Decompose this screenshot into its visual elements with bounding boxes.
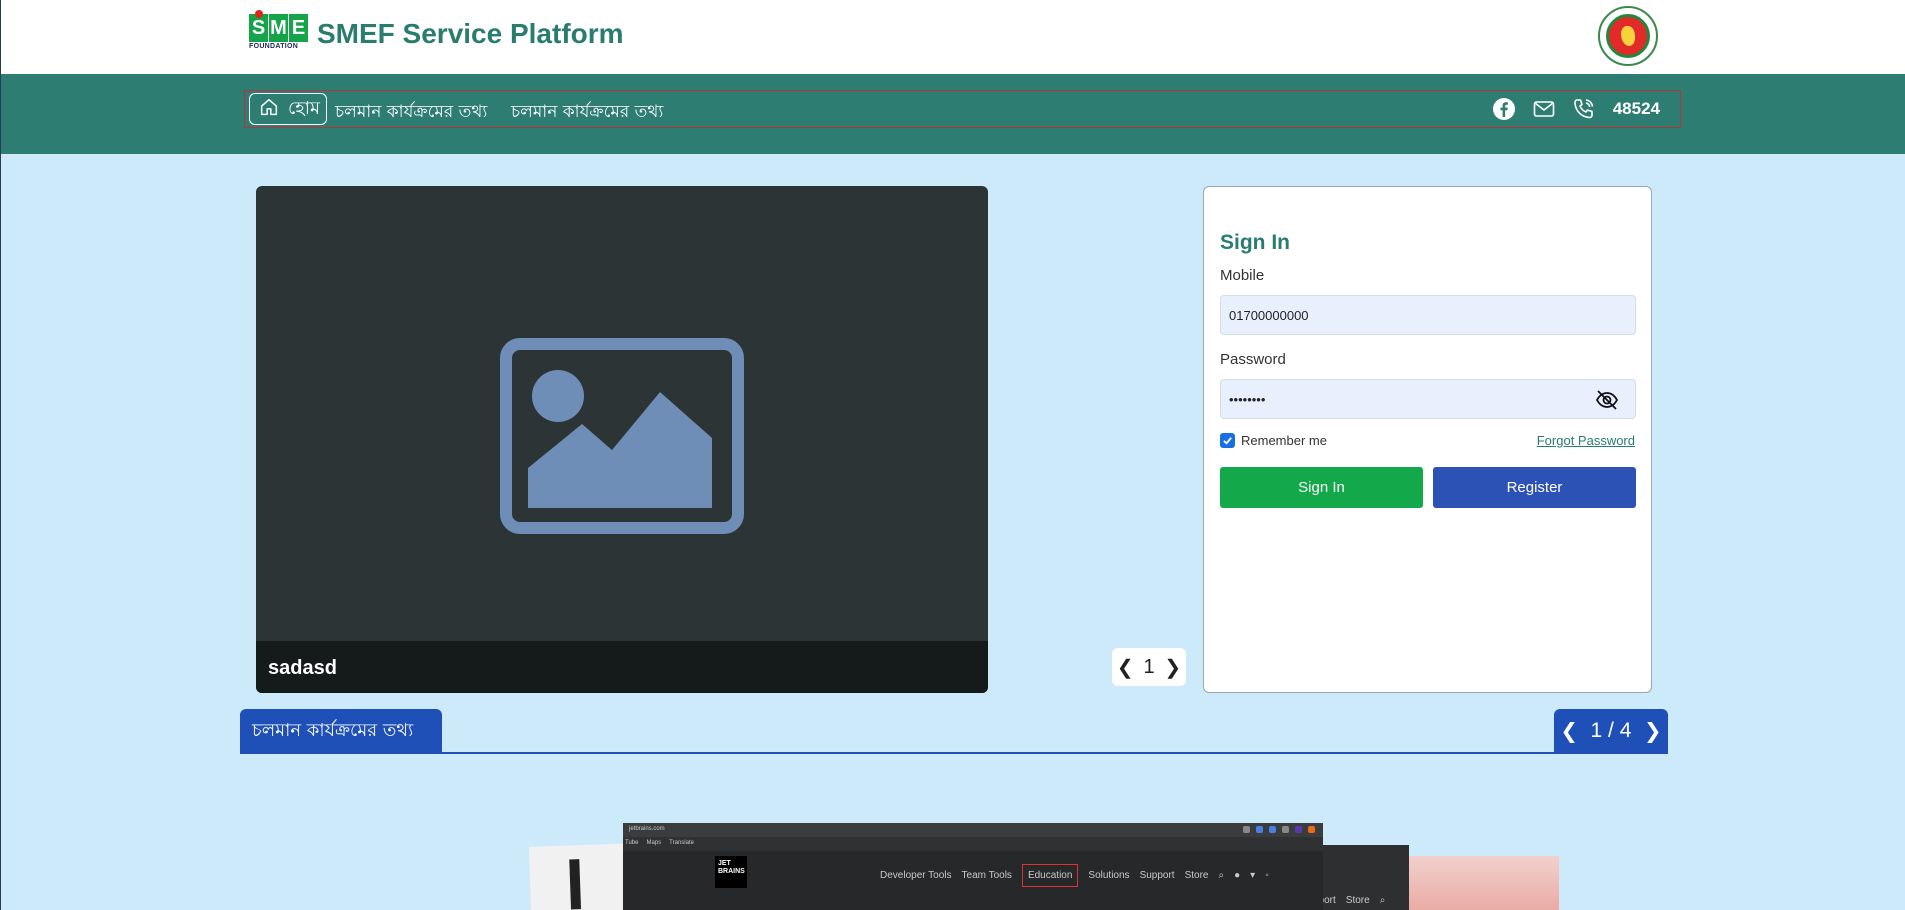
- carousel-page-number: 1: [1143, 655, 1155, 678]
- extension-icon: [1256, 826, 1263, 833]
- forgot-password-link[interactable]: Forgot Password: [1537, 433, 1635, 448]
- preview-bookmark: Translate: [669, 840, 694, 846]
- remember-me-label: Remember me: [1241, 433, 1327, 448]
- logo-line: BRAINS: [718, 868, 745, 875]
- preview-browser-tabbar: jetbrains.com: [623, 823, 1323, 837]
- jetbrains-logo: JET BRAINS: [715, 856, 747, 888]
- carousel-next-button[interactable]: ❯: [1164, 655, 1181, 680]
- section-tab-ongoing[interactable]: চলমান কার্যক্রমের তথ্য: [240, 709, 442, 753]
- carousel-prev-button[interactable]: ❮: [1117, 655, 1134, 680]
- government-emblem-icon: [1598, 6, 1658, 66]
- home-icon: [258, 96, 280, 123]
- section-prev-button[interactable]: ❮: [1560, 719, 1578, 744]
- search-icon: ⌕: [1218, 870, 1225, 881]
- signin-card: Sign In Mobile 01700000000 Password ••••…: [1203, 186, 1652, 693]
- nav-link-ongoing-2[interactable]: চলমান কার্যক্রমের তথ্য: [511, 99, 663, 127]
- section-next-button[interactable]: ❯: [1644, 719, 1662, 744]
- extension-icon: [1269, 826, 1276, 833]
- star-icon: [1243, 826, 1250, 833]
- preview-nav-item: Solutions: [1088, 870, 1130, 881]
- preview-nav-item: Team Tools: [961, 870, 1012, 881]
- preview-mid-nav: pport Store ⌕: [1313, 895, 1385, 906]
- main-navbar: হোম চলমান কার্যক্রমের তথ্য চলমান কার্যক্…: [1, 74, 1905, 154]
- logo-letter-e: E: [289, 14, 308, 42]
- image-placeholder-icon: [500, 338, 744, 534]
- preview-bookmarks: Tube Maps Translate: [623, 837, 1323, 851]
- nav-home-link[interactable]: হোম: [249, 93, 327, 125]
- logo-line: JET: [718, 860, 731, 867]
- carousel-caption: sadasd: [256, 641, 988, 693]
- preview-url: jetbrains.com: [629, 826, 665, 832]
- nav-link-ongoing-1[interactable]: চলমান কার্যক্রমের তথ্য: [335, 99, 487, 127]
- password-value: ••••••••: [1229, 391, 1266, 407]
- signin-button[interactable]: Sign In: [1220, 467, 1423, 508]
- preview-toolbar-icons: [1243, 826, 1315, 833]
- preview-nav-item: Developer Tools: [880, 870, 952, 881]
- site-header: S M E FOUNDATION SMEF Service Platform: [1, 0, 1905, 74]
- remember-me[interactable]: Remember me: [1220, 433, 1327, 448]
- nav-contact-icons: 48524: [1491, 97, 1660, 121]
- password-label: Password: [1220, 351, 1286, 368]
- site-title[interactable]: SMEF Service Platform: [317, 18, 624, 50]
- facebook-icon[interactable]: [1491, 96, 1517, 122]
- hotline-number[interactable]: 48524: [1613, 99, 1660, 119]
- preview-card-main[interactable]: jetbrains.com Tube Maps Translate JET BR…: [623, 823, 1323, 910]
- preview-mid-nav-item: Store: [1345, 895, 1370, 906]
- banner-carousel[interactable]: sadasd: [256, 186, 988, 693]
- preview-card-right[interactable]: [1403, 856, 1559, 910]
- mail-icon[interactable]: [1531, 96, 1557, 122]
- extension-icon: [1295, 826, 1302, 833]
- carousel-pager: ❮ 1 ❯: [1112, 648, 1186, 686]
- logo-letters: S M E: [249, 10, 309, 42]
- extension-icon: [1282, 826, 1289, 833]
- logo-letter-s: S: [249, 10, 268, 42]
- preview-nav-item: Support: [1139, 870, 1175, 881]
- logo-letter-m: M: [269, 14, 288, 42]
- nav-home-label: হোম: [288, 97, 320, 119]
- profile-icon: [1308, 826, 1315, 833]
- section-page-indicator: 1 / 4: [1590, 719, 1632, 742]
- preview-bookmark: Tube: [625, 840, 639, 846]
- translate-icon: ◦: [1265, 870, 1269, 881]
- cart-icon: ▾: [1250, 870, 1256, 881]
- emblem-inner: [1606, 14, 1650, 58]
- smef-logo[interactable]: S M E FOUNDATION: [249, 10, 309, 54]
- emblem-map: [1621, 26, 1635, 46]
- toggle-password-visibility-icon[interactable]: [1595, 388, 1619, 412]
- preview-nav-item-highlighted: Education: [1021, 864, 1079, 887]
- phone-icon[interactable]: [1571, 96, 1597, 122]
- section-pager: ❮ 1 / 4 ❯: [1554, 709, 1668, 753]
- navbar-inner: হোম চলমান কার্যক্রমের তথ্য চলমান কার্যক্…: [244, 90, 1681, 128]
- password-input[interactable]: ••••••••: [1220, 379, 1636, 419]
- logo-caption: FOUNDATION: [249, 43, 299, 50]
- mobile-label: Mobile: [1220, 267, 1265, 284]
- preview-bookmark: Maps: [646, 840, 662, 846]
- section-divider: [240, 752, 1668, 754]
- preview-nav-item: Store: [1184, 870, 1209, 881]
- remember-me-checkbox[interactable]: [1220, 433, 1235, 448]
- register-button[interactable]: Register: [1433, 467, 1636, 508]
- search-icon: ⌕: [1379, 895, 1386, 906]
- mobile-input[interactable]: 01700000000: [1220, 295, 1636, 335]
- user-icon: ●: [1234, 870, 1241, 881]
- preview-nav: Developer Tools Team Tools Education Sol…: [880, 864, 1269, 887]
- signin-title: Sign In: [1220, 231, 1290, 254]
